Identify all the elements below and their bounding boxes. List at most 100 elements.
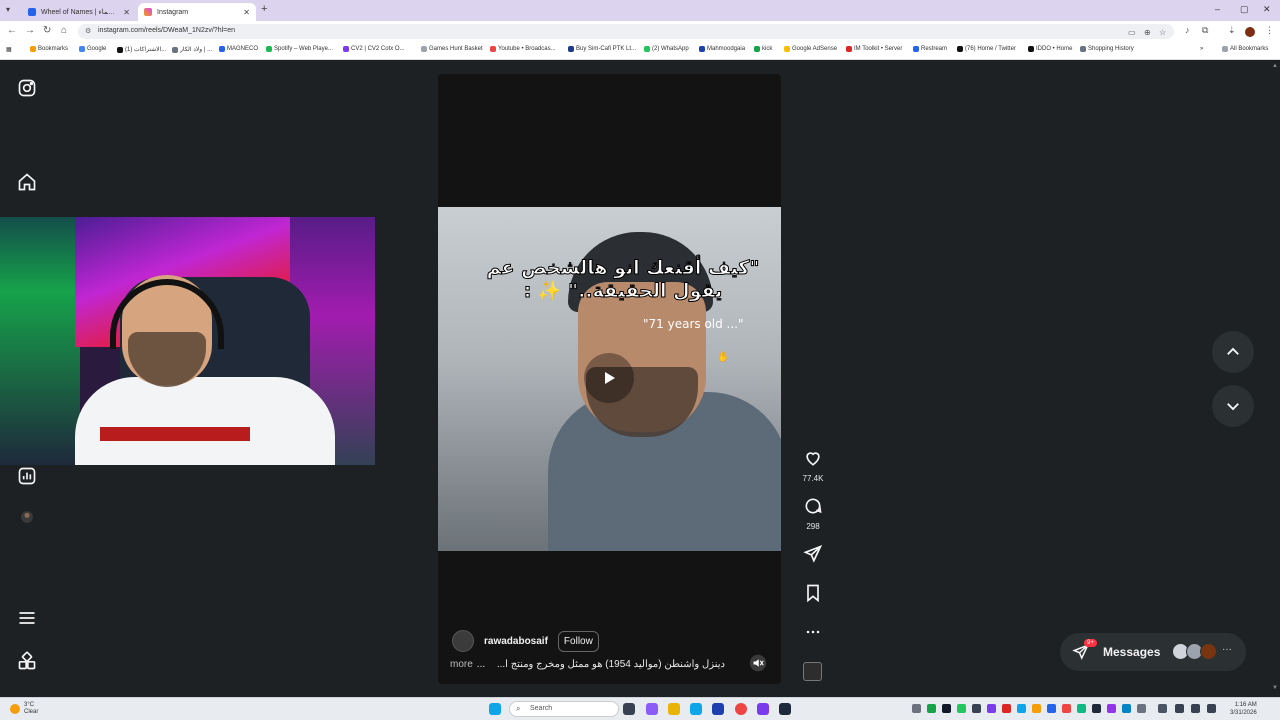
taskbar-search[interactable]: ⌕ Search [509,701,619,717]
tray-icon[interactable] [957,704,966,713]
file-explorer-icon[interactable] [668,703,680,715]
bookmark-item[interactable]: Youtube • Broadcas... [490,46,556,52]
copilot-icon[interactable] [646,703,658,715]
all-bookmarks-folder[interactable]: All Bookmarks [1222,46,1268,52]
close-window-button[interactable]: ✕ [1263,4,1271,15]
bookmark-item[interactable]: الاشتراكات (1)... [117,46,166,53]
new-tab-button[interactable]: + [261,3,267,15]
messages-button[interactable]: 9+ Messages ··· [1060,633,1246,671]
tab-search-icon[interactable]: ▾ [6,5,10,14]
more-bookmarks-icon[interactable]: » [1200,46,1203,52]
reel-caption[interactable]: more ... دينزل واشنطن (مواليد 1954) هو م… [450,659,725,670]
bookmark-star-icon[interactable]: ☆ [1159,28,1166,37]
caption-more-link[interactable]: more [450,659,473,670]
tray-icon[interactable] [1047,704,1056,713]
forward-icon[interactable]: → [25,25,35,36]
profile-avatar[interactable] [1245,27,1255,37]
tray-icon[interactable] [1092,704,1101,713]
page-scrollbar[interactable]: ▲ ▼ [1272,63,1278,691]
bookmark-item[interactable]: ولاد الكار | ... [172,46,212,53]
apps-icon[interactable]: ▦ [6,46,12,53]
like-button[interactable]: 77.4K [801,448,825,483]
reel-video[interactable]: "كيف أقنعك انو هالشخص عم يقول الحقيقة.."… [438,207,781,551]
maximize-button[interactable]: ▢ [1240,4,1249,15]
profile-avatar[interactable] [17,507,37,527]
battery-icon[interactable] [1207,704,1216,713]
close-tab-icon[interactable]: ✕ [123,8,130,17]
bookmark-item[interactable]: IDDO • Home [1028,46,1072,52]
scroll-up-icon[interactable]: ▲ [1272,63,1278,69]
cast-icon[interactable]: ▭ [1128,28,1136,37]
wifi-icon[interactable] [1175,704,1184,713]
tray-icon[interactable] [1032,704,1041,713]
media-icon[interactable]: ♪ [1185,25,1190,35]
tray-icon[interactable] [987,704,996,713]
discord-icon[interactable] [757,703,769,715]
tray-icon[interactable] [1077,704,1086,713]
volume-icon[interactable] [1191,704,1200,713]
start-icon[interactable] [489,703,501,715]
tray-icon[interactable] [972,704,981,713]
chrome-icon[interactable] [735,703,747,715]
bookmark-item[interactable]: Mahmoodgaia [699,46,745,52]
comment-button[interactable]: 298 [801,496,825,531]
bookmark-item[interactable]: (76) Home / Twitter [957,46,1016,52]
bookmark-item[interactable]: Buy Sim-Cafi PTK Lt... [568,46,636,52]
back-icon[interactable]: ← [7,25,17,36]
bookmark-item[interactable]: Google [79,46,106,52]
site-info-icon[interactable]: ⚙ [85,27,91,35]
save-button[interactable] [801,583,825,608]
author-avatar[interactable] [452,630,474,652]
scroll-down-icon[interactable]: ▼ [1272,685,1278,691]
bookmark-item[interactable]: CV2 | CV2 Cotx O... [343,46,405,52]
language-icon[interactable] [1158,704,1167,713]
bookmark-item[interactable]: Spotify – Web Playe... [266,46,333,52]
address-bar[interactable]: ⚙ instagram.com/reels/DWeaM_1N2zv/?hl=en… [78,24,1174,39]
follow-button[interactable]: Follow [557,630,599,652]
tray-icon[interactable] [942,704,951,713]
tray-icon[interactable] [1107,704,1116,713]
extensions-icon[interactable]: ⧉ [1202,25,1208,36]
author-username[interactable]: rawadabosaif [484,636,548,647]
tray-icon[interactable] [912,704,921,713]
tray-icon[interactable] [927,704,936,713]
bookmark-item[interactable]: IM Toolkit • Server [846,46,902,52]
tray-icon[interactable] [1137,704,1146,713]
menu-icon[interactable]: ⋮ [1265,25,1274,36]
bookmark-item[interactable]: Restream [913,46,947,52]
tray-icon[interactable] [1062,704,1071,713]
bookmark-item[interactable]: Bookmarks [30,46,68,52]
bookmark-item[interactable]: MAGNECO [219,46,258,52]
tray-icon[interactable] [1122,704,1131,713]
home-icon[interactable]: ⌂ [61,25,67,36]
bookmark-item[interactable]: kick [754,46,772,52]
also-from-meta-icon[interactable] [17,651,37,671]
store-icon[interactable] [712,703,724,715]
tab-instagram[interactable]: Instagram ✕ [138,3,256,21]
tray-icon[interactable] [1002,704,1011,713]
reload-icon[interactable]: ↻ [43,25,51,36]
downloads-icon[interactable]: ⇣ [1228,25,1236,36]
close-tab-icon[interactable]: ✕ [243,8,250,17]
bookmark-item[interactable]: (2) WhatsApp [644,46,689,52]
more-options-button[interactable] [801,622,825,647]
original-audio-thumbnail[interactable] [803,662,822,681]
more-menu-icon[interactable] [17,608,37,628]
edge-icon[interactable] [690,703,702,715]
minimize-button[interactable]: – [1215,4,1220,14]
tray-icon[interactable] [1017,704,1026,713]
bookmark-item[interactable]: Google AdSense [784,46,837,52]
task-view-icon[interactable] [623,703,635,715]
weather-widget[interactable]: 3°C Clear [10,702,38,716]
steam-icon[interactable] [779,703,791,715]
home-icon[interactable] [17,172,37,192]
tab-wheel-of-names[interactable]: Wheel of Names | تحدي الأسماء... ✕ [22,3,136,21]
instagram-logo-icon[interactable] [17,78,37,98]
zoom-icon[interactable]: ⊕ [1144,28,1151,37]
audio-muted-icon[interactable] [749,654,767,672]
next-reel-button[interactable] [1212,385,1254,427]
previous-reel-button[interactable] [1212,331,1254,373]
bookmark-item[interactable]: Games Hunt Basket [421,46,483,52]
system-clock[interactable]: 1:16 AM 3/31/2026 [1230,701,1257,717]
dashboard-icon[interactable] [17,466,37,486]
